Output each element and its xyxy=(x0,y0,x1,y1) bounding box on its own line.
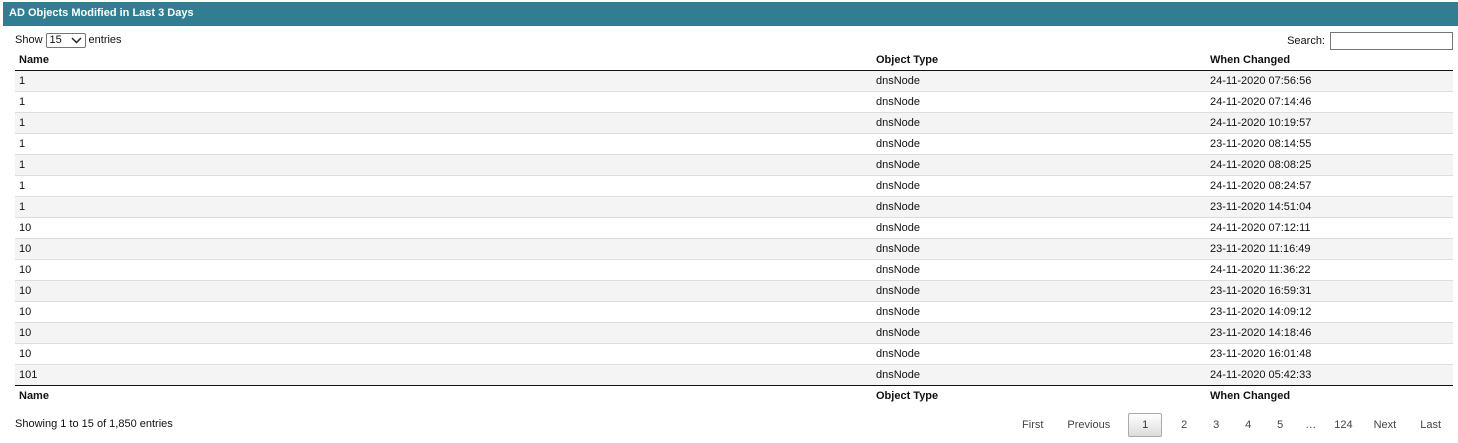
cell-object-type: dnsNode xyxy=(872,322,1206,344)
cell-when-changed: 24-11-2020 08:08:25 xyxy=(1206,154,1453,176)
report-title: AD Objects Modified in Last 3 Days xyxy=(3,2,1458,26)
cell-object-type: dnsNode xyxy=(872,217,1206,239)
cell-when-changed: 23-11-2020 08:14:55 xyxy=(1206,133,1453,155)
table-row[interactable]: 10 dnsNode 23-11-2020 14:09:12 xyxy=(15,301,1453,323)
footer-header-name: Name xyxy=(15,385,872,406)
cell-name: 1 xyxy=(15,91,872,113)
cell-when-changed: 24-11-2020 07:12:11 xyxy=(1206,217,1453,239)
cell-name: 1 xyxy=(15,70,872,92)
search-input[interactable] xyxy=(1330,32,1453,50)
cell-object-type: dnsNode xyxy=(872,196,1206,218)
cell-name: 101 xyxy=(15,364,872,386)
table-row[interactable]: 10 dnsNode 23-11-2020 16:01:48 xyxy=(15,343,1453,365)
table-row[interactable]: 1 dnsNode 23-11-2020 14:51:04 xyxy=(15,196,1453,218)
pagination-page-1-button[interactable]: 1 xyxy=(1128,413,1163,437)
cell-name: 1 xyxy=(15,196,872,218)
report-panel: AD Objects Modified in Last 3 Days Show … xyxy=(0,0,1458,443)
cell-object-type: dnsNode xyxy=(872,343,1206,365)
cell-object-type: dnsNode xyxy=(872,112,1206,134)
cell-when-changed: 24-11-2020 07:56:56 xyxy=(1206,70,1453,92)
cell-object-type: dnsNode xyxy=(872,238,1206,260)
cell-when-changed: 23-11-2020 14:18:46 xyxy=(1206,322,1453,344)
cell-object-type: dnsNode xyxy=(872,91,1206,113)
pagination-next-button[interactable]: Next xyxy=(1365,414,1406,436)
table-row[interactable]: 1 dnsNode 24-11-2020 08:08:25 xyxy=(15,154,1453,176)
cell-name: 10 xyxy=(15,301,872,323)
page-length-value: 15 xyxy=(49,34,62,46)
cell-when-changed: 24-11-2020 08:24:57 xyxy=(1206,175,1453,197)
cell-object-type: dnsNode xyxy=(872,70,1206,92)
cell-object-type: dnsNode xyxy=(872,259,1206,281)
cell-object-type: dnsNode xyxy=(872,364,1206,386)
cell-object-type: dnsNode xyxy=(872,133,1206,155)
footer-header-object-type: Object Type xyxy=(872,385,1206,406)
cell-name: 10 xyxy=(15,259,872,281)
pagination-previous-button[interactable]: Previous xyxy=(1058,414,1119,436)
cell-when-changed: 23-11-2020 11:16:49 xyxy=(1206,238,1453,260)
cell-name: 1 xyxy=(15,112,872,134)
cell-when-changed: 23-11-2020 16:59:31 xyxy=(1206,280,1453,302)
table-row[interactable]: 10 dnsNode 24-11-2020 07:12:11 xyxy=(15,217,1453,239)
length-menu: Show 15 entries xyxy=(15,32,122,49)
cell-when-changed: 23-11-2020 14:09:12 xyxy=(1206,301,1453,323)
cell-object-type: dnsNode xyxy=(872,175,1206,197)
cell-name: 1 xyxy=(15,175,872,197)
table-row[interactable]: 1 dnsNode 24-11-2020 07:56:56 xyxy=(15,70,1453,92)
cell-object-type: dnsNode xyxy=(872,301,1206,323)
pagination-page-124-button[interactable]: 124 xyxy=(1325,414,1361,436)
column-header-when-changed[interactable]: When Changed xyxy=(1206,50,1453,71)
cell-when-changed: 24-11-2020 07:14:46 xyxy=(1206,91,1453,113)
table-row[interactable]: 101 dnsNode 24-11-2020 05:42:33 xyxy=(15,364,1453,386)
table-header-row: Name Object Type When Changed xyxy=(15,50,1453,71)
cell-name: 10 xyxy=(15,280,872,302)
table-row[interactable]: 1 dnsNode 24-11-2020 07:14:46 xyxy=(15,91,1453,113)
cell-name: 1 xyxy=(15,154,872,176)
cell-name: 10 xyxy=(15,322,872,344)
cell-when-changed: 23-11-2020 14:51:04 xyxy=(1206,196,1453,218)
table-row[interactable]: 10 dnsNode 24-11-2020 11:36:22 xyxy=(15,259,1453,281)
column-header-name[interactable]: Name xyxy=(15,50,872,71)
table-row[interactable]: 10 dnsNode 23-11-2020 11:16:49 xyxy=(15,238,1453,260)
pagination-page-2-button[interactable]: 2 xyxy=(1168,414,1200,436)
cell-name: 10 xyxy=(15,217,872,239)
cell-object-type: dnsNode xyxy=(872,280,1206,302)
search-label: Search: xyxy=(1287,35,1325,47)
pagination-page-4-button[interactable]: 4 xyxy=(1232,414,1264,436)
pagination-last-button[interactable]: Last xyxy=(1411,414,1450,436)
pagination: First Previous 1 2 3 4 5 … 124 Next Last xyxy=(1010,413,1453,437)
cell-object-type: dnsNode xyxy=(872,154,1206,176)
page-length-select[interactable]: 15 xyxy=(45,33,86,48)
length-prefix: Show xyxy=(15,34,43,46)
table-row[interactable]: 1 dnsNode 24-11-2020 08:24:57 xyxy=(15,175,1453,197)
pagination-page-5-button[interactable]: 5 xyxy=(1264,414,1296,436)
pagination-ellipsis: … xyxy=(1305,419,1317,431)
pagination-page-3-button[interactable]: 3 xyxy=(1200,414,1232,436)
cell-name: 10 xyxy=(15,343,872,365)
table-body: 1 dnsNode 24-11-2020 07:56:56 1 dnsNode 24-11… xyxy=(15,70,1453,386)
column-header-object-type[interactable]: Object Type xyxy=(872,50,1206,71)
cell-when-changed: 24-11-2020 11:36:22 xyxy=(1206,259,1453,281)
cell-name: 10 xyxy=(15,238,872,260)
table-info: Showing 1 to 15 of 1,850 entries xyxy=(15,418,173,430)
cell-when-changed: 24-11-2020 10:19:57 xyxy=(1206,112,1453,134)
cell-name: 1 xyxy=(15,133,872,155)
table-row[interactable]: 1 dnsNode 24-11-2020 10:19:57 xyxy=(15,112,1453,134)
table-row[interactable]: 1 dnsNode 23-11-2020 08:14:55 xyxy=(15,133,1453,155)
cell-when-changed: 24-11-2020 05:42:33 xyxy=(1206,364,1453,386)
cell-when-changed: 23-11-2020 16:01:48 xyxy=(1206,343,1453,365)
chevron-down-icon xyxy=(71,37,82,44)
search-filter: Search: xyxy=(1287,32,1453,50)
table-row[interactable]: 10 dnsNode 23-11-2020 14:18:46 xyxy=(15,322,1453,344)
objects-table: Name Object Type When Changed 1 dnsNode 24… xyxy=(15,50,1453,406)
length-suffix: entries xyxy=(88,34,122,46)
footer-header-when-changed: When Changed xyxy=(1206,385,1453,406)
pagination-first-button[interactable]: First xyxy=(1013,414,1052,436)
table-row[interactable]: 10 dnsNode 23-11-2020 16:59:31 xyxy=(15,280,1453,302)
table-footer-row: Name Object Type When Changed xyxy=(15,385,1453,406)
